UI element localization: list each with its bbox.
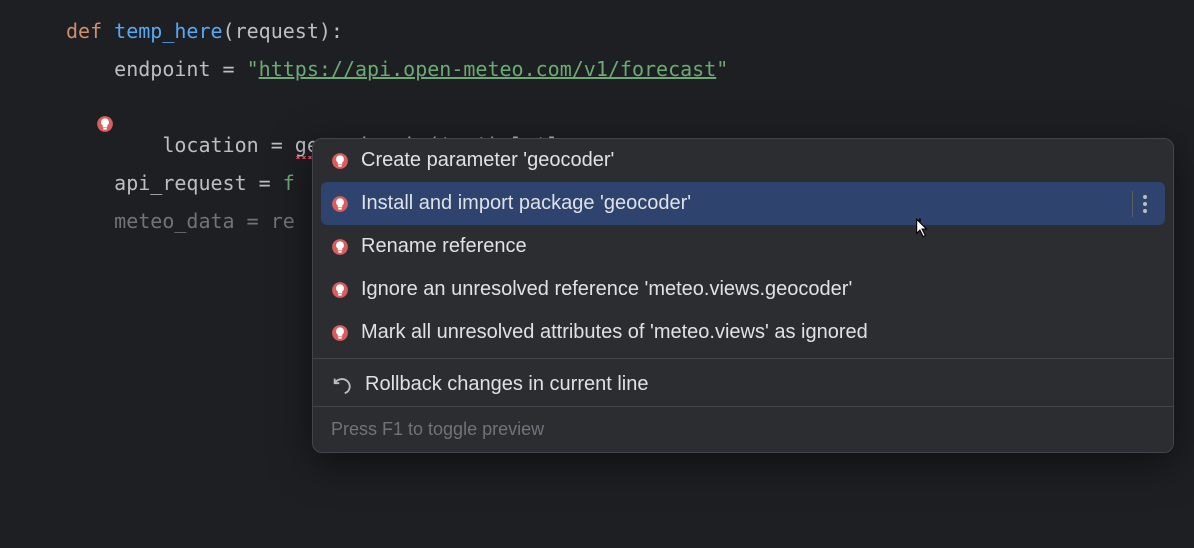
- variable: api_request: [114, 171, 246, 195]
- mouse-cursor-icon: [908, 216, 934, 242]
- fstring-prefix: f: [283, 171, 295, 195]
- paren: (: [223, 19, 235, 43]
- more-actions[interactable]: [1132, 191, 1147, 217]
- variable-dimmed: meteo_data: [114, 209, 234, 233]
- vertical-divider: [1132, 191, 1133, 217]
- equals: =: [247, 171, 283, 195]
- string-quote: ": [247, 57, 259, 81]
- intention-actions-popup: Create parameter 'geocoder' Install and …: [312, 138, 1174, 453]
- action-label: Create parameter 'geocoder': [361, 149, 614, 172]
- undo-icon: [331, 374, 353, 396]
- bulb-error-icon: [331, 281, 349, 299]
- function-name: temp_here: [114, 19, 222, 43]
- divider: [313, 358, 1173, 359]
- rollback-label: Rollback changes in current line: [365, 373, 649, 396]
- action-mark-ignored[interactable]: Mark all unresolved attributes of 'meteo…: [313, 311, 1173, 354]
- kebab-icon: [1143, 195, 1147, 213]
- bulb-error-icon: [331, 152, 349, 170]
- action-rename-reference[interactable]: Rename reference: [313, 225, 1173, 268]
- parameter: request: [235, 19, 319, 43]
- action-label: Install and import package 'geocoder': [361, 192, 691, 215]
- bulb-error-icon: [331, 324, 349, 342]
- action-label: Mark all unresolved attributes of 'meteo…: [361, 321, 868, 344]
- equals-dimmed: =: [235, 209, 271, 233]
- action-install-import[interactable]: Install and import package 'geocoder': [321, 182, 1165, 225]
- action-ignore-unresolved[interactable]: Ignore an unresolved reference 'meteo.vi…: [313, 268, 1173, 311]
- action-create-parameter[interactable]: Create parameter 'geocoder': [313, 139, 1173, 182]
- equals: =: [259, 133, 295, 157]
- code-line-2[interactable]: endpoint = "https://api.open-meteo.com/v…: [0, 50, 1194, 88]
- bulb-error-icon: [331, 238, 349, 256]
- bulb-error-icon: [331, 195, 349, 213]
- variable: location: [162, 133, 258, 157]
- string-quote-close: ": [716, 57, 728, 81]
- keyword-def: def: [66, 19, 102, 43]
- equals: =: [211, 57, 247, 81]
- partial-text: re: [271, 209, 295, 233]
- action-label: Rename reference: [361, 235, 527, 258]
- code-line-1[interactable]: def temp_here(request):: [0, 12, 1194, 50]
- action-label: Ignore an unresolved reference 'meteo.vi…: [361, 278, 852, 301]
- variable: endpoint: [114, 57, 210, 81]
- paren-close: ):: [319, 19, 343, 43]
- url-string: https://api.open-meteo.com/v1/forecast: [259, 57, 717, 81]
- popup-footer-hint: Press F1 to toggle preview: [313, 406, 1173, 452]
- action-rollback[interactable]: Rollback changes in current line: [313, 363, 1173, 406]
